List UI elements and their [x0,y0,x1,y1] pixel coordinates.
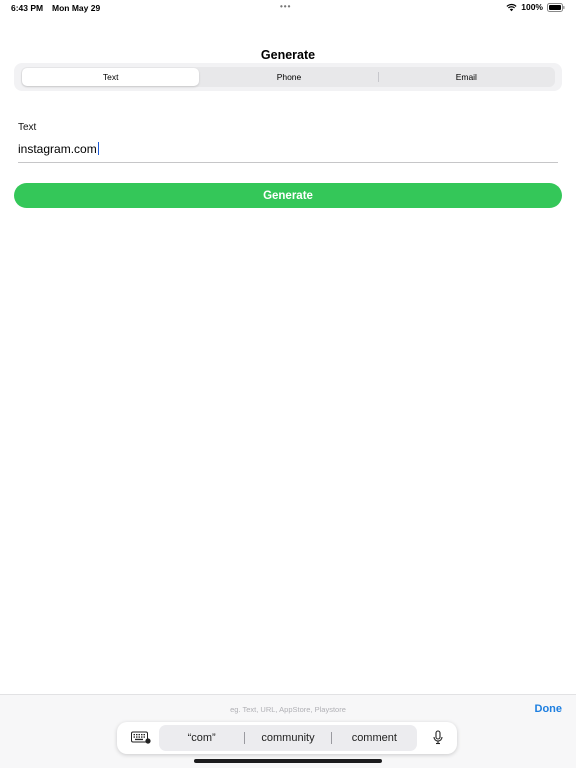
text-input-value: instagram.com [18,142,97,156]
segment-email-label: Email [455,72,477,82]
segment-email[interactable]: Email [377,67,555,87]
battery-percent: 100% [521,2,543,12]
generate-button-label: Generate [263,189,313,202]
status-bar: 6:43 PM Mon May 29 ••• 100% [0,0,576,16]
predictive-bar: “com” community comment [117,722,457,754]
text-caret [97,142,100,155]
segment-text-label: Text [102,72,119,82]
done-button[interactable]: Done [535,703,563,715]
page-title: Generate [260,48,316,62]
segmented-track: Text Phone Email [21,67,555,87]
segment-divider [377,72,379,82]
text-field-label: Text [18,122,37,133]
status-right: 100% [506,2,565,12]
accessory-placeholder: eg. Text, URL, AppStore, Playstore [230,705,346,714]
text-input[interactable]: instagram.com [18,142,100,156]
home-indicator[interactable] [194,759,382,763]
status-time: 6:43 PM [11,3,44,13]
keyboard-icon[interactable] [131,731,151,749]
suggestion-1[interactable]: “com” [159,732,244,744]
status-date: Mon May 29 [52,3,101,13]
segment-text[interactable]: Text [22,68,200,86]
suggestion-3[interactable]: comment [332,732,417,744]
battery-icon [547,2,565,12]
generate-button[interactable]: Generate [14,183,562,208]
segment-phone[interactable]: Phone [200,67,377,87]
segment-phone-label: Phone [276,72,302,82]
multitasking-dots[interactable]: ••• [280,2,291,11]
screen: 6:43 PM Mon May 29 ••• 100% Generate Tex… [0,0,576,768]
type-segmented-control: Text Phone Email [14,63,562,91]
microphone-icon[interactable] [433,730,443,750]
text-input-underline [18,162,558,163]
wifi-icon [506,3,517,12]
suggestion-strip: “com” community comment [159,725,417,751]
suggestion-2[interactable]: community [245,732,330,744]
